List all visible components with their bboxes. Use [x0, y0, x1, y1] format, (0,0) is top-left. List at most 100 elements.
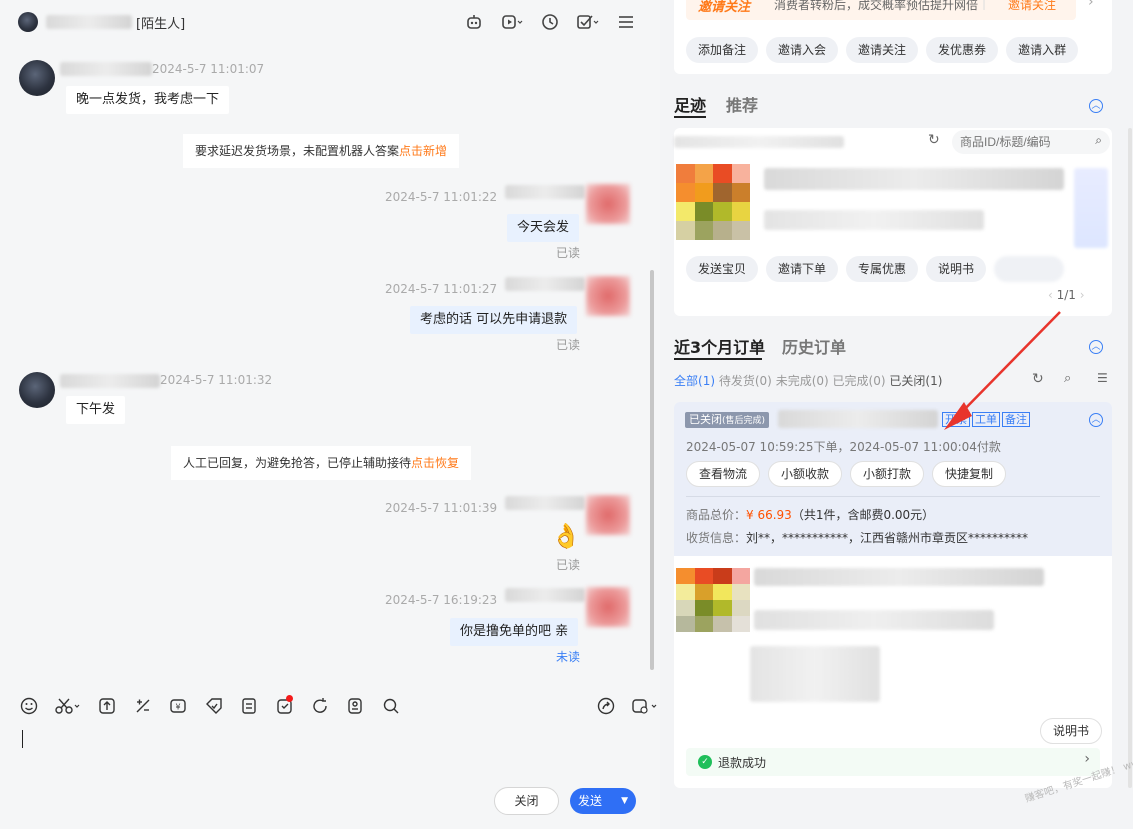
filter-pending-ship[interactable]: 待发货(0) [719, 374, 772, 388]
history-icon[interactable] [538, 10, 562, 34]
chevron-right-icon[interactable]: › [1076, 288, 1085, 302]
chat-header: [陌生人] [0, 0, 660, 44]
send-coupon-button[interactable]: 发优惠券 [926, 37, 999, 63]
tab-recommend[interactable]: 推荐 [726, 92, 758, 116]
message-input[interactable] [18, 728, 638, 778]
list-icon[interactable]: ☰ [1097, 371, 1108, 385]
order-status-text: 已关闭 [689, 413, 722, 426]
filter-completed[interactable]: 已完成(0) [833, 374, 886, 388]
product-info-redacted [764, 210, 984, 230]
customer-avatar[interactable] [19, 372, 55, 408]
order-product-sku-redacted [754, 610, 994, 630]
banner-follow-link[interactable]: 邀请关注 [1008, 0, 1056, 13]
customer-avatar[interactable] [18, 12, 38, 32]
customer-avatar[interactable] [19, 60, 55, 96]
refund-status-bar[interactable]: ✓ 退款成功 › [686, 748, 1100, 776]
refresh-icon[interactable]: ↻ [928, 132, 940, 148]
banner-divider: | [982, 0, 987, 10]
collapse-icon[interactable]: ︿ [1089, 340, 1103, 354]
order-total: 商品总价：¥ 66.93（共1件，含邮费0.00元） [686, 508, 935, 522]
collapse-icon[interactable]: ︿ [1089, 413, 1103, 427]
message-bubble[interactable]: 晚一点发货，我考虑一下 [66, 86, 230, 114]
message-bubble[interactable]: 你是撸免单的吧 亲 [450, 618, 579, 646]
send-button-label: 发送 [578, 794, 603, 808]
agent-avatar-redacted [586, 495, 630, 535]
order-action-chips: 查看物流 小额收款 小额打款 快捷复制 [686, 461, 1007, 487]
more-action-redacted[interactable] [994, 256, 1065, 282]
chat-panel: [陌生人] 2024-5-7 11:01:07 晚一点发货，我考虑一下 要求延迟… [0, 0, 660, 829]
tab-footprint[interactable]: 足迹 [674, 92, 706, 116]
coupon-icon[interactable]: ¥ [168, 695, 189, 717]
search-icon[interactable]: ⌕ [1095, 133, 1102, 148]
chevron-down-icon[interactable]: ▼ [621, 788, 628, 814]
invite-order-button[interactable]: 邀请下单 [766, 256, 839, 282]
message-time: 2024-5-7 11:01:22 [385, 190, 498, 204]
add-answer-link[interactable]: 点击新增 [399, 144, 447, 158]
order-id-redacted [778, 410, 938, 428]
system-notice-text: 要求延迟发货场景，未配置机器人答案 [195, 144, 400, 158]
tag-icon[interactable] [203, 695, 224, 717]
scissors-icon[interactable] [53, 695, 82, 717]
active-tab-indicator [674, 358, 762, 360]
quick-reply-icon[interactable] [132, 695, 153, 717]
agent-name-redacted [505, 496, 585, 510]
tab-order-history[interactable]: 历史订单 [782, 334, 846, 358]
small-pay-button[interactable]: 小额打款 [850, 461, 925, 487]
order-manual-button[interactable]: 说明书 [1040, 718, 1103, 744]
upload-icon[interactable] [97, 695, 118, 717]
emoji-icon[interactable] [18, 695, 39, 717]
settings-icon[interactable] [631, 695, 660, 717]
panel-scrollbar[interactable] [1128, 128, 1132, 788]
exclusive-offer-button[interactable]: 专属优惠 [846, 256, 919, 282]
send-product-button[interactable]: 发送宝贝 [686, 256, 759, 282]
composer-toolbar: ¥ [0, 684, 660, 728]
product-search-input[interactable] [960, 133, 1080, 151]
message-bubble[interactable]: 考虑的话 可以先申请退款 [410, 306, 578, 334]
product-image-redacted[interactable] [676, 164, 750, 240]
svg-text:¥: ¥ [176, 703, 181, 712]
message-bubble[interactable]: 下午发 [66, 396, 126, 424]
product-action-chips: 发送宝贝 邀请下单 专属优惠 说明书 [686, 256, 1065, 282]
order-product-image-redacted[interactable] [676, 568, 750, 632]
share-icon[interactable] [595, 695, 616, 717]
small-collect-button[interactable]: 小额收款 [768, 461, 843, 487]
video-icon[interactable] [500, 10, 524, 34]
invite-group-button[interactable]: 邀请入群 [1006, 37, 1079, 63]
message-time: 2024-5-7 11:01:32 [160, 373, 273, 387]
system-notice: 要求延迟发货场景，未配置机器人答案点击新增 [183, 134, 460, 168]
message-bubble[interactable]: 今天会发 [507, 214, 580, 242]
resume-assist-link[interactable]: 点击恢复 [411, 456, 459, 470]
filter-all[interactable]: 全部(1) [674, 374, 715, 388]
chat-scrollbar[interactable] [650, 270, 654, 670]
read-status: 已读 [556, 558, 581, 572]
filter-incomplete[interactable]: 未完成(0) [776, 374, 829, 388]
order-card: 已关闭(售后完成) 开票工单备注 ︿ 2024-05-07 10:59:25下单… [674, 402, 1112, 788]
message-time: 2024-5-7 11:01:39 [385, 501, 498, 515]
order-price: ¥ 66.93 [746, 508, 792, 522]
profile-icon[interactable] [345, 695, 366, 717]
close-button[interactable]: 关闭 [494, 787, 559, 815]
chevron-right-icon[interactable]: › [1084, 751, 1090, 767]
add-note-button[interactable]: 添加备注 [686, 37, 759, 63]
order-icon[interactable] [238, 695, 259, 717]
invite-member-button[interactable]: 邀请入会 [766, 37, 839, 63]
send-button[interactable]: 发送 ▼ [570, 788, 636, 814]
collapse-icon[interactable]: ︿ [1089, 99, 1103, 113]
banner-text: 消费者转粉后，成交概率预估提升网倍 [774, 0, 979, 12]
chevron-right-icon[interactable]: › [1088, 0, 1094, 10]
message-list[interactable]: 2024-5-7 11:01:07 晚一点发货，我考虑一下 要求延迟发货场景，未… [0, 44, 660, 684]
menu-icon[interactable] [614, 10, 638, 34]
footprint-filters-redacted [674, 136, 844, 148]
invite-follow-button[interactable]: 邀请关注 [846, 37, 919, 63]
quick-copy-button[interactable]: 快捷复制 [932, 461, 1007, 487]
robot-icon[interactable] [462, 10, 486, 34]
search-icon[interactable] [380, 695, 401, 717]
tab-recent-orders[interactable]: 近3个月订单 [674, 334, 765, 358]
task-icon[interactable] [576, 10, 600, 34]
manual-button[interactable]: 说明书 [926, 256, 987, 282]
refresh-icon[interactable] [309, 695, 330, 717]
read-status: 已读 [556, 338, 581, 352]
card-icon[interactable] [274, 695, 295, 717]
emoji-message[interactable]: 👌 [551, 522, 581, 550]
view-logistics-button[interactable]: 查看物流 [686, 461, 761, 487]
